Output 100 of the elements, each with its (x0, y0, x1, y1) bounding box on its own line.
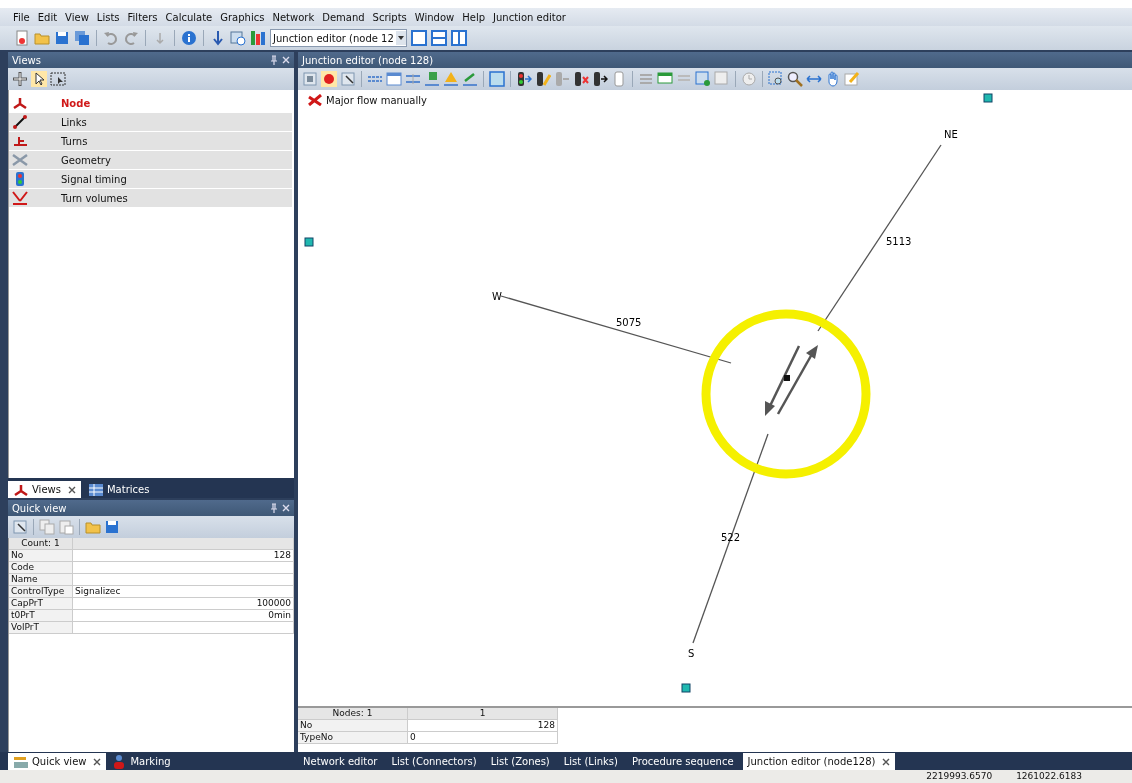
panel-title: Quick view (12, 502, 68, 514)
single-window-icon[interactable] (410, 30, 427, 46)
attribute-label: CapPrT (9, 598, 73, 610)
view-dropdown[interactable]: Junction editor (node 12 (270, 29, 407, 47)
lanes-icon[interactable] (405, 71, 421, 87)
approach-label: NE (944, 129, 958, 140)
window-icon[interactable] (695, 71, 711, 87)
signal-icon[interactable] (516, 71, 532, 87)
panel-tab[interactable]: Procedure sequence (626, 753, 739, 770)
menu-item[interactable]: Help (461, 11, 487, 23)
attribute-label: Name (9, 574, 73, 586)
panel-tab[interactable]: List (Connectors) (386, 753, 482, 770)
view-list-item[interactable]: Signal timing (9, 170, 292, 189)
approach-label: W (492, 291, 502, 302)
zoom-box-icon[interactable] (768, 71, 784, 87)
hand-icon[interactable] (825, 71, 841, 87)
view-list-item[interactable]: Geometry (9, 151, 292, 170)
panel-tab[interactable]: Matrices (82, 481, 155, 498)
save-all-icon[interactable] (74, 30, 90, 46)
panel-tab[interactable]: Network editor (298, 753, 383, 770)
warning-icon[interactable] (443, 71, 459, 87)
crossed-lines-icon (12, 153, 28, 167)
attribute-value[interactable]: Signalizec (73, 586, 294, 598)
signal-icon[interactable] (592, 71, 608, 87)
menu-item[interactable]: Window (413, 11, 456, 23)
view-list-item[interactable]: Turns (9, 132, 292, 151)
attribute-value[interactable]: 0min (73, 610, 294, 622)
attribute-label: No (9, 550, 73, 562)
node-point (784, 375, 790, 381)
pin-icon[interactable] (270, 503, 278, 513)
panel-tab[interactable]: Marking (106, 753, 176, 770)
link-number: 5113 (886, 236, 912, 247)
close-icon[interactable] (93, 757, 102, 766)
node-marker (983, 93, 993, 103)
menu-item[interactable]: Edit (36, 11, 59, 23)
pencil-icon[interactable] (535, 71, 551, 87)
window-icon[interactable] (657, 71, 673, 87)
paste-icon[interactable] (58, 519, 74, 535)
view-list-item[interactable]: Links (9, 113, 292, 132)
attribute-value[interactable]: 100000 (73, 598, 294, 610)
magnifier-icon[interactable] (787, 71, 803, 87)
attribute-value[interactable]: 128 (408, 720, 558, 732)
panel-tab[interactable]: Junction editor (node128) (742, 753, 896, 770)
menu-item[interactable]: Calculate (164, 11, 214, 23)
panel-tab[interactable]: List (Zones) (485, 753, 555, 770)
save-icon[interactable] (54, 30, 70, 46)
menu-item[interactable]: Junction editor (492, 11, 567, 23)
menu-item[interactable]: Graphics (219, 11, 266, 23)
coordinate-readout: 2219993.6570 (926, 770, 993, 783)
attribute-label: ControlType (9, 586, 73, 598)
grid-header: 1 (408, 708, 558, 720)
select-box-icon[interactable] (50, 71, 66, 87)
redo-icon[interactable] (123, 30, 139, 46)
close-icon[interactable] (67, 485, 76, 494)
turn-icon (12, 134, 28, 148)
attribute-value[interactable]: 0 (408, 732, 558, 744)
menu-item[interactable]: Lists (95, 11, 121, 23)
info-icon[interactable] (181, 30, 197, 46)
grid-header: Nodes: 1 (298, 708, 408, 720)
attribute-value[interactable]: 128 (73, 550, 294, 562)
cursor-icon[interactable] (340, 71, 356, 87)
horizontal-split-icon[interactable] (430, 30, 447, 46)
window-icon[interactable] (489, 71, 505, 87)
cursor-icon[interactable] (12, 519, 28, 535)
record-icon[interactable] (321, 71, 337, 87)
menu-item[interactable]: Demand (321, 11, 366, 23)
undo-icon[interactable] (103, 30, 119, 46)
link-number: 5075 (616, 317, 642, 328)
menu-item[interactable]: Scripts (371, 11, 408, 23)
new-file-icon[interactable] (14, 30, 30, 46)
quick-view-icon (13, 754, 29, 769)
vertical-split-icon[interactable] (450, 30, 467, 46)
menu-item[interactable]: Filters (126, 11, 159, 23)
panel-tab[interactable]: Quick view (8, 753, 107, 770)
panel-tab[interactable]: List (Links) (558, 753, 623, 770)
link-icon (12, 115, 28, 129)
signal-icon[interactable] (573, 71, 589, 87)
menu-item[interactable]: View (64, 11, 90, 23)
view-list-item[interactable]: Turn volumes (9, 189, 292, 208)
square-icon[interactable] (302, 71, 318, 87)
chart-icon[interactable] (250, 30, 266, 46)
save-icon[interactable] (104, 519, 120, 535)
window-icon[interactable] (386, 71, 402, 87)
coordinate-readout: 1261022.6183 (1016, 770, 1082, 783)
panel-tab[interactable]: Views (8, 481, 81, 498)
square-icon[interactable] (424, 71, 440, 87)
panel-title: Views (12, 54, 42, 66)
cross-icon (308, 94, 322, 106)
arrow-icon[interactable] (462, 71, 478, 87)
node-icon (12, 96, 28, 110)
attribute-label: VolPrT (9, 622, 73, 634)
pointer-icon[interactable] (31, 71, 47, 87)
menu-item[interactable]: Network (271, 11, 316, 23)
download-icon[interactable] (210, 30, 226, 46)
attribute-label: t0PrT (9, 610, 73, 622)
close-icon[interactable] (882, 757, 891, 766)
pin-icon[interactable] (270, 55, 278, 65)
move-icon[interactable] (12, 71, 28, 87)
menu-item[interactable]: File (12, 11, 31, 23)
attribute-label: Code (9, 562, 73, 574)
